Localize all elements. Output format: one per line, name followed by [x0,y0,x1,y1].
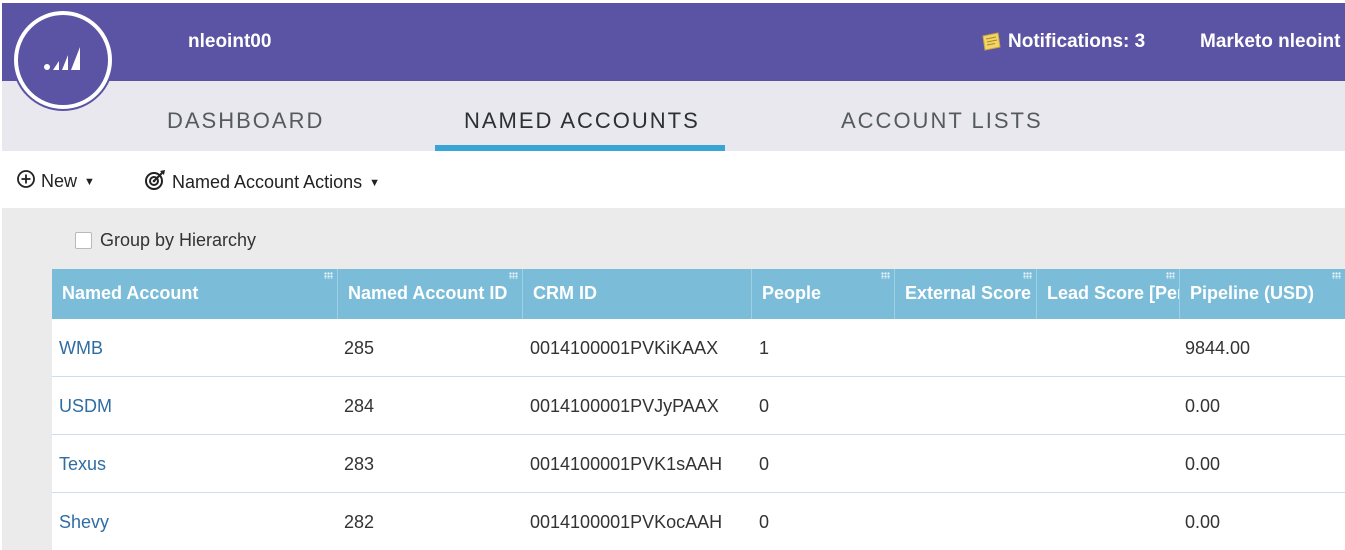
tab-named-accounts[interactable]: NAMED ACCOUNTS [464,108,700,134]
subscription-name: nleoint00 [188,31,272,52]
column-header-label: People [762,283,822,303]
action-toolbar: New ▼ Named Account Actions ▼ [2,151,1345,208]
named-account-actions-button[interactable]: Named Account Actions ▼ [143,169,380,196]
group-by-hierarchy-checkbox[interactable] [75,232,92,249]
named-account-link[interactable]: Texus [59,454,106,475]
table-row[interactable]: Texus 283 0014100001PVK1sAAH 0 0.00 [52,435,1345,493]
column-header-external-score[interactable]: External Score [ [894,269,1036,319]
column-header-label: Lead Score [Per [1047,283,1179,303]
main-nav-tabs: DASHBOARD NAMED ACCOUNTS ACCOUNT LISTS [2,81,1345,151]
column-header-label: CRM ID [533,283,597,303]
column-header-pipeline[interactable]: Pipeline (USD) [1179,269,1345,319]
group-by-hierarchy-label: Group by Hierarchy [100,230,257,250]
pipeline-cell: 9844.00 [1185,338,1251,358]
column-grip-icon[interactable] [1023,272,1032,279]
crm-id-cell: 0014100001PVK1sAAH [530,454,723,474]
pipeline-cell: 0.00 [1185,396,1221,416]
column-grip-icon[interactable] [881,272,890,279]
crm-id-cell: 0014100001PVKocAAH [530,512,723,532]
pipeline-cell: 0.00 [1185,454,1221,474]
column-grip-icon[interactable] [324,272,333,279]
table-row[interactable]: USDM 284 0014100001PVJyPAAX 0 0.00 [52,377,1345,435]
notifications-label: Notifications: 3 [1008,31,1146,52]
column-header-lead-score[interactable]: Lead Score [Per [1036,269,1179,319]
user-menu[interactable]: Marketo nleoint [1200,31,1340,53]
column-header-named-account[interactable]: Named Account [52,269,337,319]
chevron-down-icon: ▼ [84,175,95,188]
group-by-hierarchy-option[interactable]: Group by Hierarchy [75,230,256,251]
named-account-link[interactable]: WMB [59,338,103,359]
column-header-people[interactable]: People [751,269,894,319]
people-cell: 0 [759,454,770,474]
tab-dashboard[interactable]: DASHBOARD [167,108,324,134]
notifications-link[interactable]: Notifications: 3 [980,31,1145,53]
named-account-id-cell: 285 [344,338,375,358]
column-grip-icon[interactable] [1166,272,1175,279]
people-cell: 1 [759,338,770,358]
new-button[interactable]: New ▼ [16,169,95,194]
column-header-crm-id[interactable]: CRM ID [522,269,751,319]
named-account-id-cell: 283 [344,454,375,474]
column-header-label: Named Account ID [348,283,508,303]
column-header-label: Named Account [62,283,199,303]
pipeline-cell: 0.00 [1185,512,1221,532]
named-account-id-cell: 284 [344,396,375,416]
content-area: Group by Hierarchy Named Account Named A… [2,208,1345,550]
named-accounts-grid: Named Account Named Account ID CRM ID Pe… [52,269,1345,550]
top-header-bar: nleoint00 Notifications: 3 Marketo nleoi… [2,3,1345,81]
people-cell: 0 [759,512,770,532]
crm-id-cell: 0014100001PVKiKAAX [530,338,719,358]
notification-note-icon [980,32,1002,52]
target-gear-icon [143,169,167,196]
column-grip-icon[interactable] [509,272,518,279]
chevron-down-icon: ▼ [369,176,380,189]
crm-id-cell: 0014100001PVJyPAAX [530,396,719,416]
table-row[interactable]: Shevy 282 0014100001PVKocAAH 0 0.00 [52,493,1345,550]
named-account-id-cell: 282 [344,512,375,532]
named-account-actions-label: Named Account Actions [172,172,363,192]
tab-account-lists[interactable]: ACCOUNT LISTS [841,108,1043,134]
new-button-label: New [41,171,78,191]
named-account-link[interactable]: USDM [59,396,112,417]
table-row[interactable]: WMB 285 0014100001PVKiKAAX 1 9844.00 [52,319,1345,377]
named-account-link[interactable]: Shevy [59,512,109,533]
column-header-label: External Score [ [905,283,1036,303]
grid-header: Named Account Named Account ID CRM ID Pe… [52,269,1345,319]
marketo-logo-icon[interactable] [14,11,112,109]
column-header-named-account-id[interactable]: Named Account ID [337,269,522,319]
column-grip-icon[interactable] [1332,272,1341,279]
app-frame: nleoint00 Notifications: 3 Marketo nleoi… [2,3,1345,550]
people-cell: 0 [759,396,770,416]
plus-circle-icon [16,169,36,194]
column-header-label: Pipeline (USD) [1190,283,1315,303]
